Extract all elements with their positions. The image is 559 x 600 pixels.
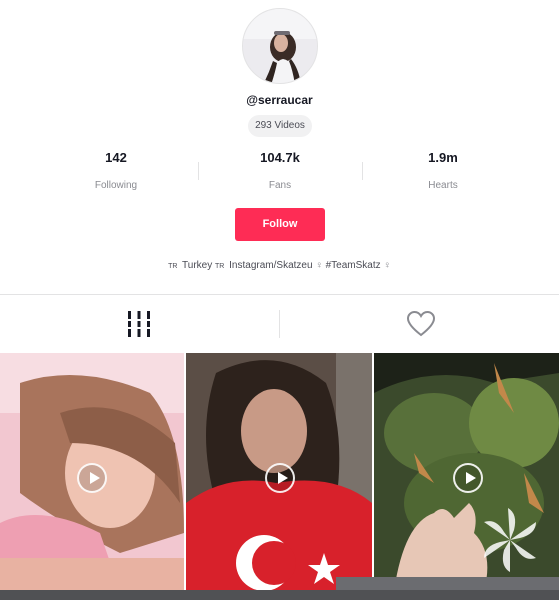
bottom-bar [0, 590, 559, 600]
play-icon [453, 463, 483, 493]
female-sign-icon: ♀ [383, 260, 391, 271]
video-thumbnail[interactable] [186, 353, 372, 591]
bio: TR Turkey TR Instagram/Skatzeu ♀ #TeamSk… [0, 260, 559, 271]
profile-header: @serraucar 293 Videos 142 Following 104.… [0, 0, 559, 295]
stat-divider [362, 162, 363, 180]
video-grid-icon [127, 311, 151, 337]
username: @serraucar [246, 93, 313, 107]
hearts-count: 1.9m [428, 150, 458, 165]
flag-tr-icon: TR [168, 263, 178, 270]
bio-hashtag[interactable]: #TeamSkatz [326, 260, 381, 271]
stat-divider [198, 162, 199, 180]
following-label: Following [94, 180, 138, 191]
video-thumbnail[interactable] [0, 353, 184, 591]
hearts-label: Hearts [428, 180, 458, 191]
videos-count-badge: 293 Videos [248, 115, 312, 137]
heart-icon [406, 310, 436, 337]
watermark-logo-icon [484, 508, 536, 572]
bio-location: Turkey [182, 260, 213, 271]
bottom-strip [336, 577, 559, 590]
play-icon [77, 463, 107, 493]
stat-fans[interactable]: 104.7k Fans [210, 150, 350, 191]
play-icon [265, 463, 295, 493]
tab-videos[interactable] [0, 295, 279, 353]
follow-button[interactable]: Follow [235, 208, 325, 241]
stat-hearts: 1.9m Hearts [373, 150, 513, 191]
fans-count: 104.7k [260, 150, 300, 165]
flag-tr-icon: TR [215, 263, 225, 270]
female-sign-icon: ♀ [315, 260, 323, 271]
tab-liked[interactable] [280, 295, 559, 353]
bio-instagram: Instagram/Skatzeu [229, 260, 313, 271]
stat-following[interactable]: 142 Following [46, 150, 186, 191]
avatar[interactable] [242, 8, 318, 84]
following-count: 142 [105, 150, 127, 165]
fans-label: Fans [268, 180, 292, 191]
